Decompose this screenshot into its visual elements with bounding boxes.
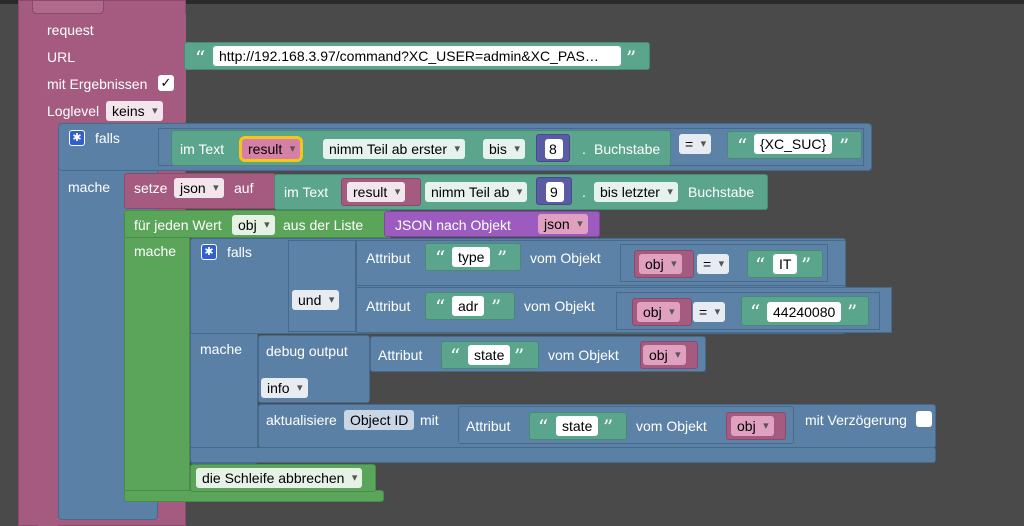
set-dot: . bbox=[582, 184, 586, 200]
from-op-dropdown-2[interactable]: nimm Teil ab bbox=[425, 182, 528, 202]
obj-var-dropdown-2[interactable]: obj bbox=[637, 302, 680, 322]
result-var-dropdown[interactable]: result bbox=[238, 136, 304, 162]
gear-icon[interactable]: ✱ bbox=[201, 244, 217, 260]
results-checkbox[interactable]: ✓ bbox=[158, 75, 174, 91]
json-var-dropdown[interactable]: json bbox=[174, 178, 224, 198]
if-block-2-foot bbox=[190, 447, 936, 463]
debug-label: debug output bbox=[266, 343, 348, 359]
cond2-obj-label: vom Objekt bbox=[524, 298, 595, 314]
debug-level-dropdown[interactable]: info bbox=[261, 378, 308, 398]
open-quote-icon: “ bbox=[195, 46, 206, 70]
if2-falls-label: falls bbox=[227, 244, 252, 260]
json-to-object-label: JSON nach Objekt bbox=[395, 217, 511, 233]
eq-op-dropdown-2[interactable]: = bbox=[693, 302, 726, 322]
open-quote-icon: “ bbox=[750, 300, 761, 324]
close-quote-icon: ” bbox=[839, 134, 850, 158]
foreach-mache-label: mache bbox=[134, 243, 177, 259]
results-label: mit Ergebnissen bbox=[47, 76, 148, 92]
number-field-1[interactable]: 8 bbox=[545, 139, 563, 159]
update-mit-label: mit bbox=[420, 412, 439, 428]
open-quote-icon: “ bbox=[435, 246, 446, 270]
cond1-attr-label: Attribut bbox=[366, 250, 411, 266]
eq-op-dropdown-1[interactable]: = bbox=[697, 254, 730, 274]
json-var-dropdown-2[interactable]: json bbox=[538, 214, 588, 234]
close-quote-icon: ” bbox=[514, 344, 525, 368]
debug-obj-label: vom Objekt bbox=[548, 347, 619, 363]
to-op-dropdown[interactable]: bis bbox=[483, 139, 525, 159]
open-quote-icon: “ bbox=[737, 134, 748, 158]
logic-and-block[interactable] bbox=[288, 240, 356, 332]
loglevel-dropdown[interactable]: keins bbox=[106, 101, 163, 121]
xcsuc-input[interactable]: {XC_SUC} bbox=[754, 134, 833, 154]
if1-mache-label: mache bbox=[68, 179, 111, 195]
close-quote-icon: ” bbox=[801, 253, 812, 277]
set-imtext-label: im Text bbox=[284, 184, 329, 200]
state-input-1[interactable]: state bbox=[468, 345, 511, 365]
compare-op-dropdown[interactable]: = bbox=[679, 134, 712, 154]
delay-checkbox[interactable] bbox=[916, 411, 932, 427]
setze-label: setze bbox=[134, 180, 168, 196]
it-input[interactable]: IT bbox=[773, 254, 798, 274]
type-input[interactable]: type bbox=[452, 247, 491, 267]
open-quote-icon: “ bbox=[755, 253, 766, 277]
result-var-dropdown-2[interactable]: result bbox=[347, 182, 406, 202]
gear-icon[interactable]: ✱ bbox=[69, 130, 85, 146]
close-quote-icon: ” bbox=[497, 246, 508, 270]
auf-label: auf bbox=[234, 180, 254, 196]
cond2-attr-label: Attribut bbox=[366, 298, 411, 314]
request-block-head bbox=[32, 0, 104, 14]
close-quote-icon: ” bbox=[847, 300, 858, 324]
to-op-dropdown-2[interactable]: bis letzter bbox=[594, 182, 678, 202]
if1-dot: . bbox=[582, 141, 586, 157]
und-dropdown[interactable]: und bbox=[292, 290, 340, 310]
request-body bbox=[38, 122, 58, 526]
object-id-field[interactable]: Object ID bbox=[344, 410, 415, 430]
url-label: URL bbox=[47, 49, 76, 65]
if1-suffix: Buchstabe bbox=[594, 141, 661, 157]
update-attr-label: Attribut bbox=[466, 418, 511, 434]
url-input[interactable]: http://192.168.3.97/command?XC_USER=admi… bbox=[213, 46, 621, 66]
break-dropdown[interactable]: die Schleife abbrechen bbox=[196, 468, 363, 488]
adr-value-input[interactable]: 44240080 bbox=[767, 302, 842, 322]
state-input-2[interactable]: state bbox=[556, 416, 599, 436]
number-field-2[interactable]: 9 bbox=[546, 182, 564, 202]
close-quote-icon: ” bbox=[491, 295, 502, 319]
list-label: aus der Liste bbox=[283, 217, 364, 233]
obj-var-dropdown-3[interactable]: obj bbox=[643, 345, 686, 365]
if1-falls-label: falls bbox=[95, 130, 120, 146]
loglevel-label: Loglevel bbox=[47, 103, 100, 119]
delay-label: mit Verzögerung bbox=[805, 412, 907, 428]
obj-var-dropdown-1[interactable]: obj bbox=[639, 254, 682, 274]
open-quote-icon: “ bbox=[435, 295, 446, 319]
open-quote-icon: “ bbox=[450, 344, 461, 368]
from-op-dropdown[interactable]: nimm Teil ab erster bbox=[323, 139, 466, 159]
if2-mache-label: mache bbox=[200, 341, 243, 357]
cond1-obj-label: vom Objekt bbox=[530, 250, 601, 266]
adr-input[interactable]: adr bbox=[452, 296, 485, 316]
open-quote-icon: “ bbox=[538, 415, 549, 439]
close-quote-icon: ” bbox=[626, 46, 637, 70]
close-quote-icon: ” bbox=[603, 415, 614, 439]
update-label: aktualisiere bbox=[266, 412, 337, 428]
obj-var-dropdown-4[interactable]: obj bbox=[731, 416, 774, 436]
obj-var-dropdown[interactable]: obj bbox=[232, 215, 275, 235]
update-obj-label: vom Objekt bbox=[636, 418, 707, 434]
set-suffix: Buchstabe bbox=[688, 184, 755, 200]
debug-attr-label: Attribut bbox=[378, 347, 423, 363]
if1-imtext-label: im Text bbox=[180, 141, 225, 157]
request-label: request bbox=[47, 22, 94, 38]
foreach-label: für jeden Wert bbox=[134, 217, 222, 233]
